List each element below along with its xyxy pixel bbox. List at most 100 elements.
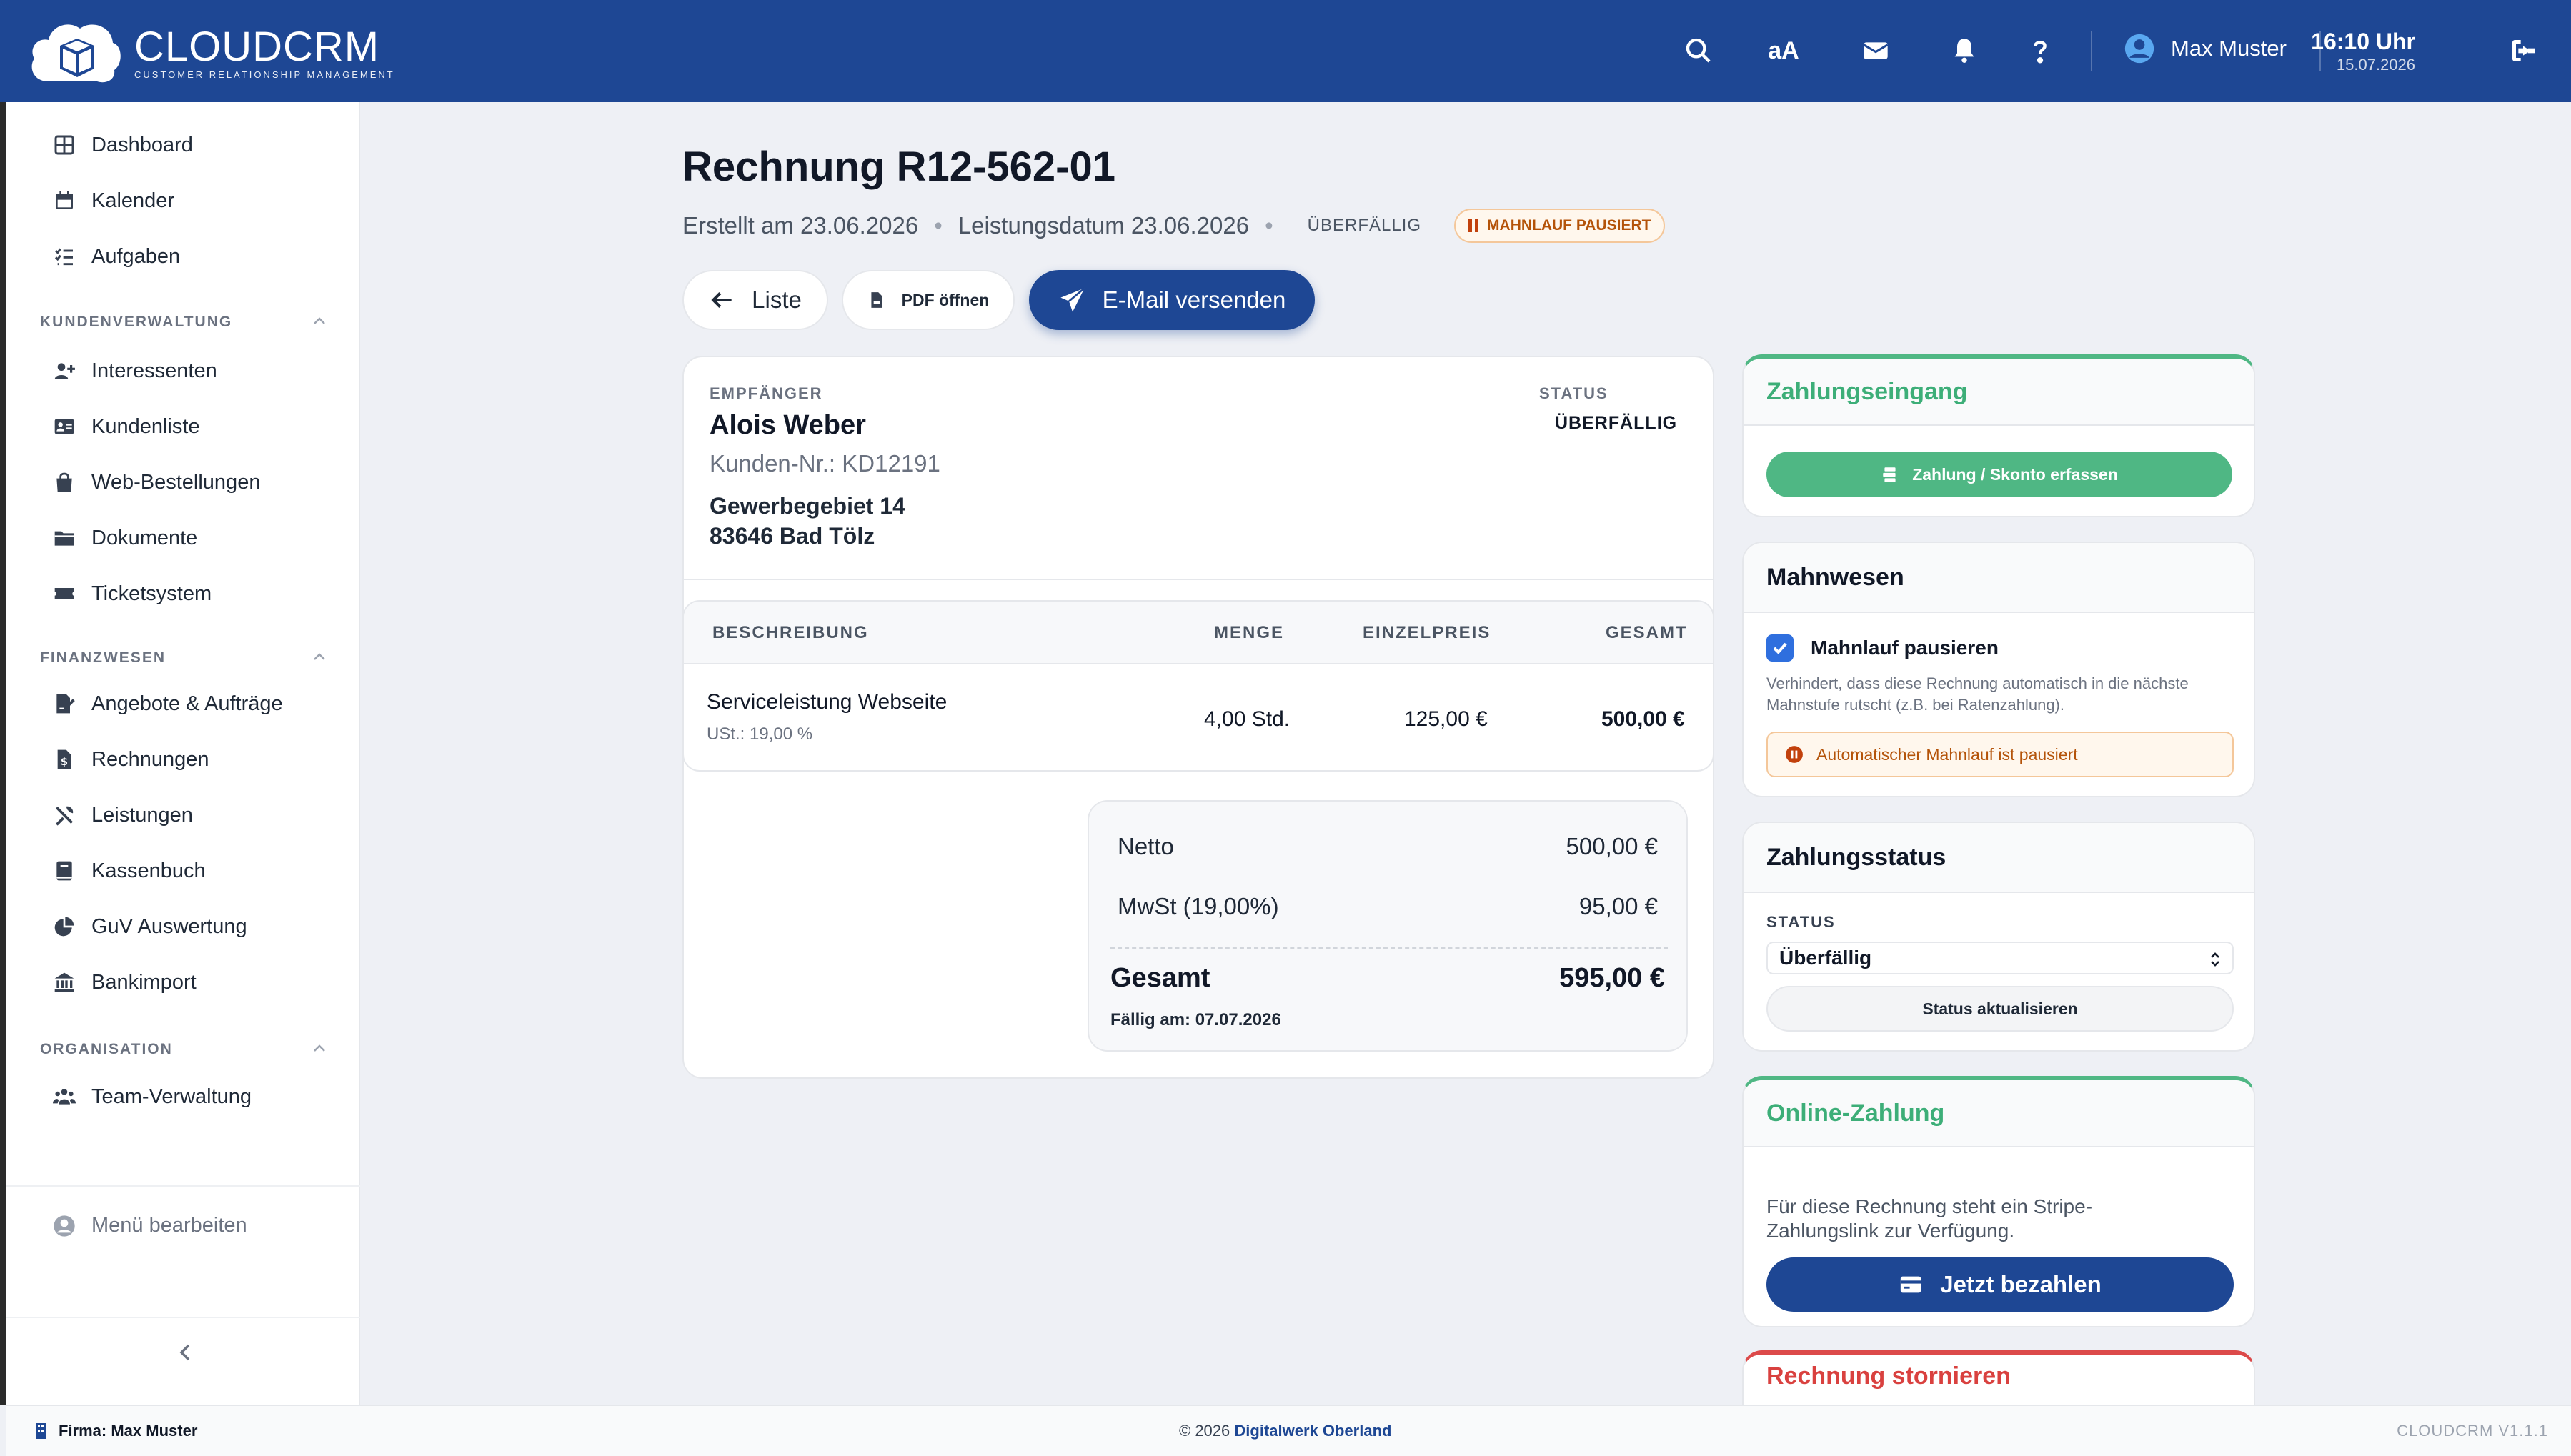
net-label: Netto xyxy=(1118,833,1174,859)
user-menu[interactable]: Max Muster xyxy=(2124,33,2287,64)
sidebar-item-dashboard[interactable]: Dashboard xyxy=(53,129,193,161)
status-label: STATUS xyxy=(1539,384,1608,402)
help-icon[interactable] xyxy=(2022,33,2058,69)
payment-status-title: Zahlungsstatus xyxy=(1744,823,2254,893)
open-pdf-button[interactable]: PDF öffnen xyxy=(842,270,1015,330)
address-card-icon xyxy=(54,419,74,434)
recipient-city: 83646 Bad Tölz xyxy=(710,523,875,549)
sidebar-item-calendar[interactable]: Kalender xyxy=(53,185,174,216)
back-button-label: Liste xyxy=(752,286,802,313)
user-circle-icon xyxy=(2124,34,2154,64)
mail-icon[interactable] xyxy=(1858,33,1894,69)
copyright-text: © 2026 xyxy=(1179,1422,1230,1440)
item-tax: USt.: 19,00 % xyxy=(707,724,813,744)
sidebar-item-tasks[interactable]: Aufgaben xyxy=(53,241,180,272)
back-to-list-button[interactable]: Liste xyxy=(682,270,828,330)
sidebar-item-web-orders[interactable]: Web-Bestellungen xyxy=(53,467,260,498)
logout-icon[interactable] xyxy=(2505,33,2541,69)
email-button-label: E-Mail versenden xyxy=(1102,286,1286,313)
sidebar-item-services[interactable]: Leistungen xyxy=(53,799,193,831)
pay-now-button[interactable]: Jetzt bezahlen xyxy=(1766,1257,2234,1312)
pause-dunning-label: Mahnlauf pausieren xyxy=(1811,637,1999,659)
sidebar-item-cashbook[interactable]: Kassenbuch xyxy=(53,855,206,887)
users-icon xyxy=(53,1089,76,1105)
svg-text:$: $ xyxy=(61,756,68,768)
meta-separator: • xyxy=(1265,212,1273,239)
card-divider xyxy=(684,579,1713,580)
chevron-left-icon[interactable] xyxy=(171,1338,200,1367)
chevron-up-icon[interactable] xyxy=(309,314,330,328)
chevron-up-icon[interactable] xyxy=(309,1041,330,1055)
payment-status-label: STATUS xyxy=(1766,913,1836,931)
search-icon[interactable] xyxy=(1681,33,1716,69)
chevron-up-icon[interactable] xyxy=(309,649,330,664)
status-value: ÜBERFÄLLIG xyxy=(1555,413,1678,433)
pay-now-label: Jetzt bezahlen xyxy=(1940,1271,2102,1297)
tasks-icon xyxy=(54,248,73,266)
sidebar-item-bank-import[interactable]: Bankimport xyxy=(53,967,197,998)
folder-icon xyxy=(54,531,74,546)
money-icon xyxy=(1883,467,1896,482)
tools-icon xyxy=(56,806,74,826)
record-payment-label: Zahlung / Skonto erfassen xyxy=(1912,464,2118,484)
sidebar-item-label: Web-Bestellungen xyxy=(91,470,261,494)
cloud-logo-icon xyxy=(31,24,121,83)
line-items-table: BESCHREIBUNG MENGE EINZELPREIS GESAMT Se… xyxy=(682,600,1714,772)
menu-edit-button[interactable]: Menü bearbeiten xyxy=(53,1214,247,1237)
sidebar-divider xyxy=(6,1317,360,1318)
sidebar-item-tickets[interactable]: Ticketsystem xyxy=(53,578,212,609)
record-payment-button[interactable]: Zahlung / Skonto erfassen xyxy=(1766,452,2232,497)
sidebar-item-leads[interactable]: Interessenten xyxy=(53,355,217,387)
column-header-description: BESCHREIBUNG xyxy=(712,623,869,642)
top-header: CLOUDCRM CUSTOMER RELATIONSHIP MANAGEMEN… xyxy=(0,0,2571,102)
status-select[interactable]: Überfällig xyxy=(1766,942,2234,974)
sidebar-item-label: Bankimport xyxy=(91,970,197,994)
pause-circle-icon xyxy=(1786,746,1803,763)
recipient-label: EMPFÄNGER xyxy=(710,384,823,402)
clock-time: 16:10 Uhr xyxy=(2311,29,2415,54)
pause-dunning-checkbox[interactable] xyxy=(1766,634,1794,662)
bell-icon[interactable] xyxy=(1946,33,1982,69)
shopping-bag-icon xyxy=(56,472,72,492)
pause-dunning-checkbox-row[interactable]: Mahnlauf pausieren xyxy=(1766,634,1999,662)
invoice-icon: $ xyxy=(57,749,71,769)
item-description: Serviceleistung Webseite xyxy=(707,690,948,714)
sidebar-item-invoices[interactable]: $ Rechnungen xyxy=(53,744,209,775)
app-logo[interactable]: CLOUDCRM CUSTOMER RELATIONSHIP MANAGEMEN… xyxy=(27,17,395,87)
dunning-paused-alert: Automatischer Mahnlauf ist pausiert xyxy=(1766,732,2234,777)
calendar-icon xyxy=(56,191,73,209)
dunning-title: Mahnwesen xyxy=(1744,543,2254,613)
invoice-meta: Erstellt am 23.06.2026 • Leistungsdatum … xyxy=(682,209,1666,243)
user-name: Max Muster xyxy=(2171,36,2287,61)
copyright-link[interactable]: Digitalwerk Oberland xyxy=(1234,1422,1391,1440)
cancel-invoice-title[interactable]: Rechnung stornieren xyxy=(1744,1355,2254,1397)
send-email-button[interactable]: E-Mail versenden xyxy=(1029,270,1315,330)
footer-company-label: Firma: Max Muster xyxy=(59,1422,198,1440)
totals-divider xyxy=(1110,947,1668,949)
item-quantity: 4,00 Std. xyxy=(1204,707,1291,731)
sidebar-item-team[interactable]: Team-Verwaltung xyxy=(53,1081,252,1112)
totals-box: Netto 500,00 € MwSt (19,00%) 95,00 € Ges… xyxy=(1088,800,1688,1052)
vat-label: MwSt (19,00%) xyxy=(1118,893,1279,919)
footer-copyright: © 2026 Digitalwerk Oberland xyxy=(1179,1422,1391,1440)
sidebar-item-label: Leistungen xyxy=(91,803,193,827)
update-status-button[interactable]: Status aktualisieren xyxy=(1766,986,2234,1032)
section-title-customers: KUNDENVERWALTUNG xyxy=(40,314,233,330)
sidebar-item-label: Interessenten xyxy=(91,359,217,382)
item-unit-price: 125,00 € xyxy=(1404,707,1488,731)
column-header-total: GESAMT xyxy=(1606,623,1688,642)
sidebar-item-label: Aufgaben xyxy=(91,244,181,268)
sidebar-item-pnl[interactable]: GuV Auswertung xyxy=(53,911,247,942)
file-signature-icon xyxy=(56,694,75,714)
sidebar-item-documents[interactable]: Dokumente xyxy=(53,522,197,554)
font-size-icon[interactable]: aA xyxy=(1764,33,1804,69)
footer: Firma: Max Muster © 2026 Digitalwerk Obe… xyxy=(6,1405,2571,1456)
clock-date: 15.07.2026 xyxy=(2336,56,2415,74)
gross-label: Gesamt xyxy=(1110,963,1210,993)
item-total: 500,00 € xyxy=(1601,707,1685,731)
recipient-street: Gewerbegebiet 14 xyxy=(710,493,905,519)
sidebar-item-customer-list[interactable]: Kundenliste xyxy=(53,411,200,442)
sidebar-item-label: Kundenliste xyxy=(91,414,200,438)
sidebar-item-quotes-orders[interactable]: Angebote & Aufträge xyxy=(53,688,283,719)
sidebar-item-label: Team-Verwaltung xyxy=(91,1084,252,1108)
